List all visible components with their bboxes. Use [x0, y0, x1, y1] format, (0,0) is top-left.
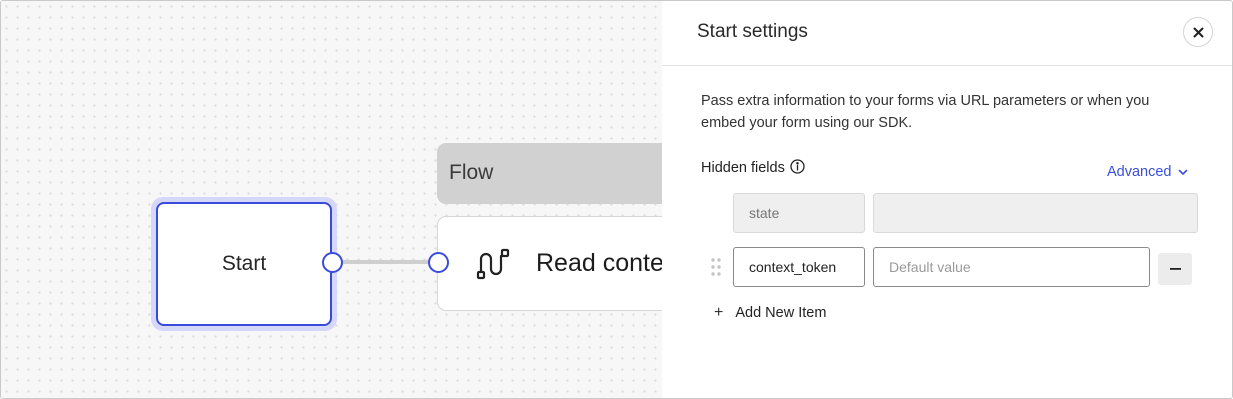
- add-new-item-button[interactable]: + Add New Item: [714, 304, 826, 322]
- advanced-toggle[interactable]: Advanced: [1107, 164, 1188, 180]
- plus-icon: +: [714, 304, 724, 321]
- hidden-field-name-text: state: [749, 205, 780, 221]
- connection-edge[interactable]: [343, 260, 429, 264]
- read-node-input-port[interactable]: [428, 252, 449, 273]
- hidden-field-name-text: context_token: [749, 259, 837, 275]
- hidden-field-name-state: state: [733, 193, 865, 233]
- hidden-field-name-input[interactable]: context_token: [733, 247, 865, 287]
- hidden-fields-heading: Hidden fields: [701, 158, 805, 176]
- remove-item-button[interactable]: [1158, 253, 1192, 285]
- start-node[interactable]: Start: [151, 197, 337, 331]
- start-node-label: Start: [221, 252, 267, 275]
- default-value-placeholder: Default value: [889, 259, 971, 275]
- drag-handle-icon[interactable]: [710, 257, 722, 277]
- panel-header: Start settings: [662, 1, 1232, 66]
- start-node-body[interactable]: Start: [156, 202, 332, 326]
- start-output-port[interactable]: [322, 252, 343, 273]
- read-context-node-label: Read conte: [536, 249, 664, 277]
- add-new-item-label: Add New Item: [735, 305, 827, 321]
- flow-group-header[interactable]: Flow: [437, 143, 697, 204]
- panel-title: Start settings: [697, 21, 808, 42]
- app-frame: Flow Read conte Start Start settings Pas…: [0, 0, 1233, 399]
- panel-description: Pass extra information to your forms via…: [701, 93, 1150, 131]
- close-icon: [1193, 27, 1203, 37]
- hidden-field-value-state: [873, 193, 1198, 233]
- minus-icon: [1169, 268, 1181, 270]
- settings-panel: Start settings Pass extra information to…: [662, 1, 1232, 398]
- hidden-fields-label: Hidden fields: [701, 160, 785, 176]
- info-icon[interactable]: [790, 158, 805, 174]
- close-button[interactable]: [1183, 17, 1213, 47]
- flow-group-label: Flow: [449, 161, 494, 184]
- chevron-down-icon: [1178, 169, 1187, 175]
- flow-canvas[interactable]: Flow Read conte Start: [1, 1, 697, 398]
- read-context-node[interactable]: Read conte: [437, 216, 697, 311]
- default-value-input[interactable]: Default value: [873, 247, 1150, 287]
- flow-route-icon: [476, 248, 510, 279]
- advanced-label: Advanced: [1107, 164, 1172, 180]
